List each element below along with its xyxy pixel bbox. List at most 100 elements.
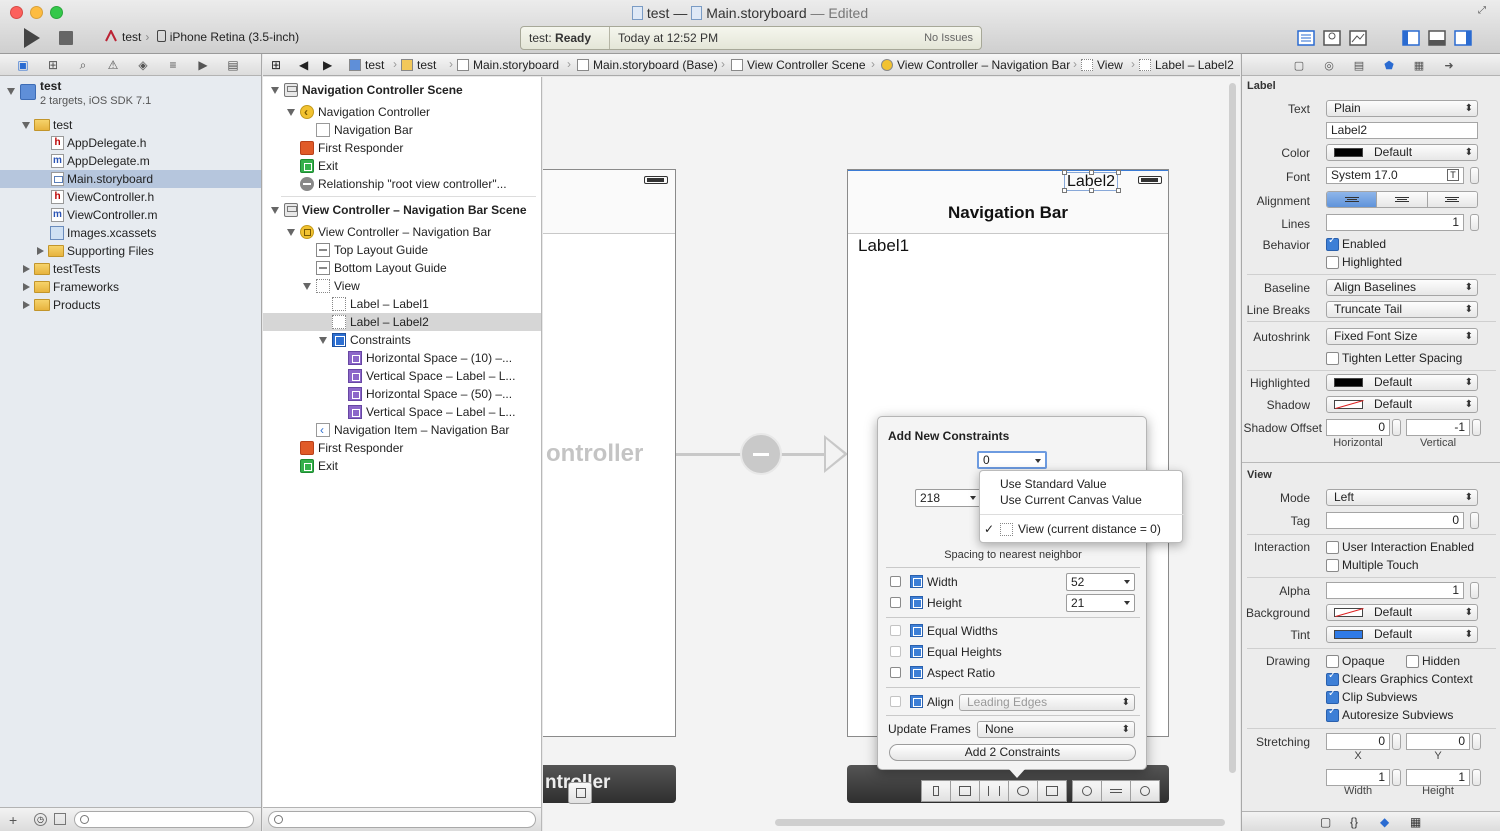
hidden-checkbox[interactable]: Hidden [1406,654,1460,668]
disclosure-triangle-icon[interactable] [303,283,311,290]
enabled-checkbox[interactable]: Enabled [1326,235,1386,251]
menu-item-use-current-canvas-value[interactable]: Use Current Canvas Value [1000,493,1142,507]
outline-view[interactable]: View [263,277,541,295]
outline-label1[interactable]: Label – Label1 [263,295,541,313]
label1-view[interactable]: Label1 [858,236,909,256]
lines-field[interactable]: 1 [1326,214,1464,231]
resolve-issues-button[interactable] [1008,780,1038,802]
connections-inspector-tab-icon[interactable]: ➜ [1434,54,1464,76]
related-items-icon[interactable]: ⊞ [271,58,281,72]
outline-constraints[interactable]: Constraints [263,331,541,349]
align-left-button[interactable] [1327,192,1378,207]
outline-bottom-layout-guide[interactable]: Bottom Layout Guide [263,259,541,277]
file-template-library-icon[interactable]: ▢ [1320,815,1331,829]
symbol-navigator-tab-icon[interactable]: ⊞ [38,54,68,76]
update-frames-select[interactable]: None [977,721,1135,738]
text-color-select[interactable]: Default [1326,144,1478,161]
object-library-icon[interactable]: ◆ [1380,815,1389,829]
tree-item-testtests[interactable]: testTests [0,260,261,278]
tree-item-main-storyboard[interactable]: Main.storyboard [0,170,261,188]
file-inspector-tab-icon[interactable]: ▢ [1284,54,1314,76]
fullscreen-icon[interactable]: ⤢ [1478,5,1490,17]
tree-item-appdelegate-h[interactable]: h AppDelegate.h [0,134,261,152]
shadow-color-select[interactable]: Default [1326,396,1478,413]
highlighted-color-select[interactable]: Default [1326,374,1478,391]
resize-handle[interactable] [1116,170,1121,175]
outline-scene-view-controller[interactable]: View Controller – Navigation Bar Scene [263,201,541,219]
line-breaks-select[interactable]: Truncate Tail [1326,301,1478,318]
tree-item-supporting-files[interactable]: Supporting Files [0,242,261,260]
clears-graphics-context-checkbox[interactable]: Clears Graphics Context [1326,670,1473,686]
add-file-button[interactable]: + [9,812,17,828]
breadcrumb-label[interactable]: Label – Label2 [1139,58,1234,72]
outline-view-controller[interactable]: View Controller – Navigation Bar [263,223,541,241]
leading-spacing-field[interactable]: 218 [915,489,981,507]
disclosure-triangle-icon[interactable] [287,109,295,116]
standard-editor-button[interactable] [1293,28,1319,48]
run-button[interactable] [24,28,40,48]
tighten-letter-spacing-checkbox[interactable]: Tighten Letter Spacing [1326,351,1462,365]
navigation-controller-scene[interactable]: ontroller [543,169,676,737]
tree-item-products[interactable]: Products [0,296,261,314]
outline-scene-navigation-controller[interactable]: Navigation Controller Scene [263,81,541,99]
tree-item-appdelegate-m[interactable]: m AppDelegate.m [0,152,261,170]
width-value-field[interactable]: 52 [1066,573,1135,591]
breadcrumb-file[interactable]: Main.storyboard [457,58,559,72]
horizontal-scrollbar[interactable] [775,819,1225,826]
pin-button[interactable] [979,780,1009,802]
equal-widths-checkbox[interactable] [890,625,901,636]
autoresize-subviews-checkbox[interactable]: Autoresize Subviews [1326,706,1453,722]
alpha-stepper[interactable] [1470,582,1479,599]
tree-item-viewcontroller-h[interactable]: h ViewController.h [0,188,261,206]
breadcrumb-localization[interactable]: Main.storyboard (Base) [577,58,718,72]
resizing-behavior-button[interactable] [1037,780,1067,802]
outline-constraint-item[interactable]: Horizontal Space – (10) –... [263,349,541,367]
shadow-offset-horizontal-field[interactable]: 0 [1326,419,1390,436]
debug-navigator-tab-icon[interactable]: ≡ [158,54,188,76]
outline-first-responder[interactable]: First Responder [263,439,541,457]
stretch-y-field[interactable]: 0 [1406,733,1470,750]
outline-exit[interactable]: Exit [263,157,541,175]
tree-item-viewcontroller-m[interactable]: m ViewController.m [0,206,261,224]
font-field[interactable]: System 17.0 T [1326,167,1464,184]
multiple-touch-checkbox[interactable]: Multiple Touch [1326,558,1419,572]
clip-subviews-checkbox[interactable]: Clip Subviews [1326,688,1417,704]
tag-field[interactable]: 0 [1326,512,1464,529]
top-spacing-field[interactable]: 0 [977,451,1047,469]
media-library-icon[interactable]: ▦ [1410,815,1421,829]
stop-button[interactable] [59,31,73,45]
outline-relationship[interactable]: Relationship "root view controller"... [263,175,541,193]
disclosure-triangle-icon[interactable] [319,337,327,344]
disclosure-triangle-icon[interactable] [37,247,44,255]
tag-stepper[interactable] [1470,512,1479,529]
zoom-reset-button[interactable] [1101,780,1131,802]
toggle-navigator-button[interactable] [1398,28,1424,48]
disclosure-triangle-icon[interactable] [23,301,30,309]
stretch-width-stepper[interactable] [1392,769,1401,786]
issue-navigator-tab-icon[interactable]: ⚠ [98,54,128,76]
add-constraints-button[interactable]: Add 2 Constraints [889,744,1136,761]
stretch-height-field[interactable]: 1 [1406,769,1470,786]
equal-heights-checkbox[interactable] [890,646,901,657]
highlighted-checkbox[interactable]: Highlighted [1326,255,1402,269]
recent-files-icon[interactable]: ◷ [34,813,47,826]
identity-inspector-tab-icon[interactable]: ▤ [1344,54,1374,76]
outline-constraint-item[interactable]: Vertical Space – Label – L... [263,403,541,421]
size-inspector-tab-icon[interactable]: ▦ [1404,54,1434,76]
font-size-stepper[interactable] [1470,167,1479,184]
outline-first-responder[interactable]: First Responder [263,139,541,157]
disclosure-triangle-icon[interactable] [23,283,30,291]
stretch-x-stepper[interactable] [1392,733,1401,750]
outline-navigation-bar[interactable]: Navigation Bar [263,121,541,139]
font-picker-icon[interactable]: T [1447,169,1459,181]
baseline-select[interactable]: Align Baselines [1326,279,1478,296]
stretch-x-field[interactable]: 0 [1326,733,1390,750]
tint-color-select[interactable]: Default [1326,626,1478,643]
zoom-in-button[interactable] [1130,780,1160,802]
disclosure-triangle-icon[interactable] [23,265,30,273]
resize-handle[interactable] [1062,188,1067,193]
breadcrumb-view[interactable]: View [1081,58,1123,72]
navigator-filter-input[interactable] [74,811,254,828]
outline-filter-input[interactable] [268,811,536,828]
shadow-offset-horizontal-stepper[interactable] [1392,419,1401,436]
